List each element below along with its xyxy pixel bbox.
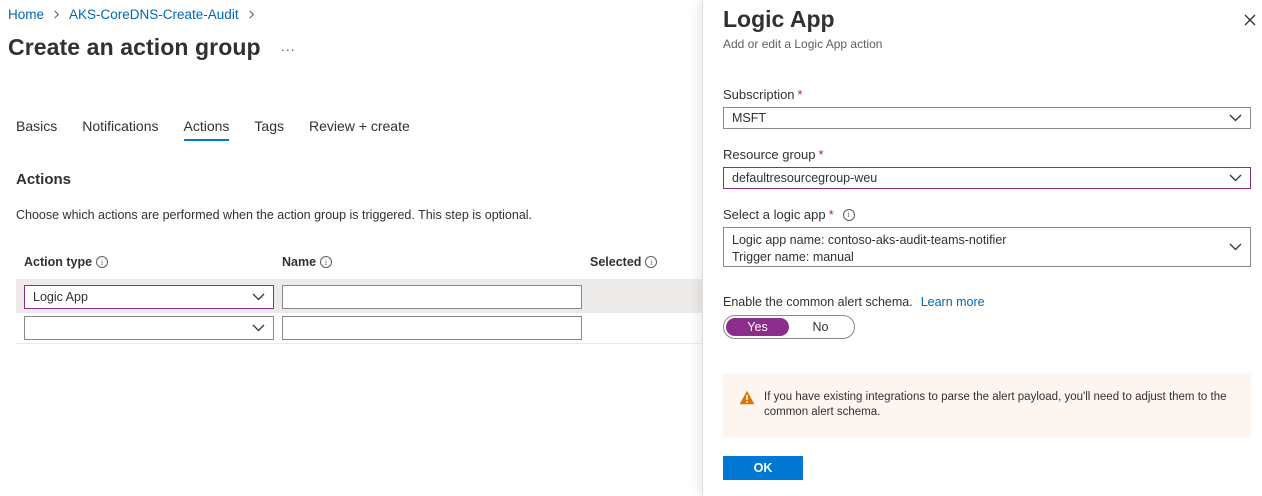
breadcrumb: Home AKS-CoreDNS-Create-Audit	[8, 7, 264, 22]
panel-subtitle: Add or edit a Logic App action	[723, 37, 883, 51]
chevron-down-icon	[252, 293, 265, 301]
resource-group-dropdown[interactable]: defaultresourcegroup-weu	[723, 167, 1251, 189]
warning-message-bar: If you have existing integrations to par…	[723, 373, 1251, 437]
page-title: Create an action group	[8, 34, 261, 60]
chevron-down-icon	[252, 324, 265, 332]
column-header-selected: Selected i	[590, 255, 658, 269]
subscription-dropdown[interactable]: MSFT	[723, 107, 1251, 129]
tab-tags[interactable]: Tags	[254, 118, 284, 141]
column-header-label: Selected	[590, 255, 642, 269]
chevron-down-icon	[1229, 243, 1242, 251]
chevron-down-icon	[1229, 174, 1242, 182]
logic-app-dropdown[interactable]: Logic app name: contoso-aks-audit-teams-…	[723, 227, 1251, 267]
logic-app-panel: Logic App Add or edit a Logic App action…	[702, 0, 1262, 496]
chevron-right-icon	[247, 10, 256, 19]
info-icon[interactable]: i	[320, 256, 333, 268]
resource-group-value: defaultresourcegroup-weu	[732, 171, 878, 185]
required-marker: *	[818, 147, 824, 162]
subscription-label-text: Subscription	[723, 87, 795, 102]
toggle-no[interactable]: No	[789, 318, 852, 336]
tab-bar: Basics Notifications Actions Tags Review…	[16, 118, 435, 141]
action-name-input[interactable]	[282, 285, 582, 309]
action-name-input[interactable]	[282, 316, 582, 340]
column-header-action-type: Action type i	[24, 255, 109, 269]
chevron-right-icon	[52, 10, 61, 19]
logic-app-label-text: Select a logic app	[723, 207, 826, 222]
toggle-yes[interactable]: Yes	[726, 318, 789, 336]
ok-button[interactable]: OK	[723, 456, 803, 480]
logic-app-label: Select a logic app * i	[723, 207, 855, 222]
actions-description: Choose which actions are performed when …	[16, 208, 533, 222]
close-icon[interactable]	[1242, 12, 1258, 28]
panel-title: Logic App	[723, 6, 835, 32]
common-alert-schema-label: Enable the common alert schema. Learn mo…	[723, 295, 985, 309]
actions-section-title: Actions	[16, 171, 72, 188]
learn-more-link[interactable]: Learn more	[921, 295, 985, 309]
action-type-dropdown[interactable]: Logic App	[24, 285, 274, 309]
column-header-label: Action type	[24, 255, 93, 269]
info-icon[interactable]: i	[96, 256, 109, 268]
common-alert-schema-toggle[interactable]: Yes No	[723, 315, 855, 339]
breadcrumb-home[interactable]: Home	[8, 7, 44, 22]
action-type-dropdown[interactable]	[24, 316, 274, 340]
more-icon[interactable]: ...	[281, 38, 296, 54]
tab-basics[interactable]: Basics	[16, 118, 57, 141]
resource-group-label-text: Resource group	[723, 147, 816, 162]
logic-app-trigger: Trigger name: manual	[732, 250, 854, 264]
info-icon[interactable]: i	[842, 208, 855, 221]
info-icon[interactable]: i	[645, 256, 658, 268]
tab-notifications[interactable]: Notifications	[82, 118, 158, 141]
logic-app-name: Logic app name: contoso-aks-audit-teams-…	[732, 233, 1007, 247]
action-type-value: Logic App	[33, 290, 88, 304]
column-header-label: Name	[282, 255, 317, 269]
schema-label-text: Enable the common alert schema.	[723, 295, 913, 309]
tab-actions[interactable]: Actions	[183, 118, 229, 141]
chevron-down-icon	[1229, 114, 1242, 122]
required-marker: *	[828, 207, 834, 222]
tab-review-create[interactable]: Review + create	[309, 118, 410, 141]
warning-icon	[739, 390, 755, 405]
subscription-label: Subscription *	[723, 87, 803, 102]
warning-text: If you have existing integrations to par…	[764, 391, 1227, 418]
resource-group-label: Resource group *	[723, 147, 824, 162]
row-divider	[16, 343, 702, 344]
column-header-name: Name i	[282, 255, 333, 269]
breadcrumb-resource[interactable]: AKS-CoreDNS-Create-Audit	[69, 7, 239, 22]
required-marker: *	[797, 87, 803, 102]
subscription-value: MSFT	[732, 111, 767, 125]
row-divider	[16, 312, 702, 313]
